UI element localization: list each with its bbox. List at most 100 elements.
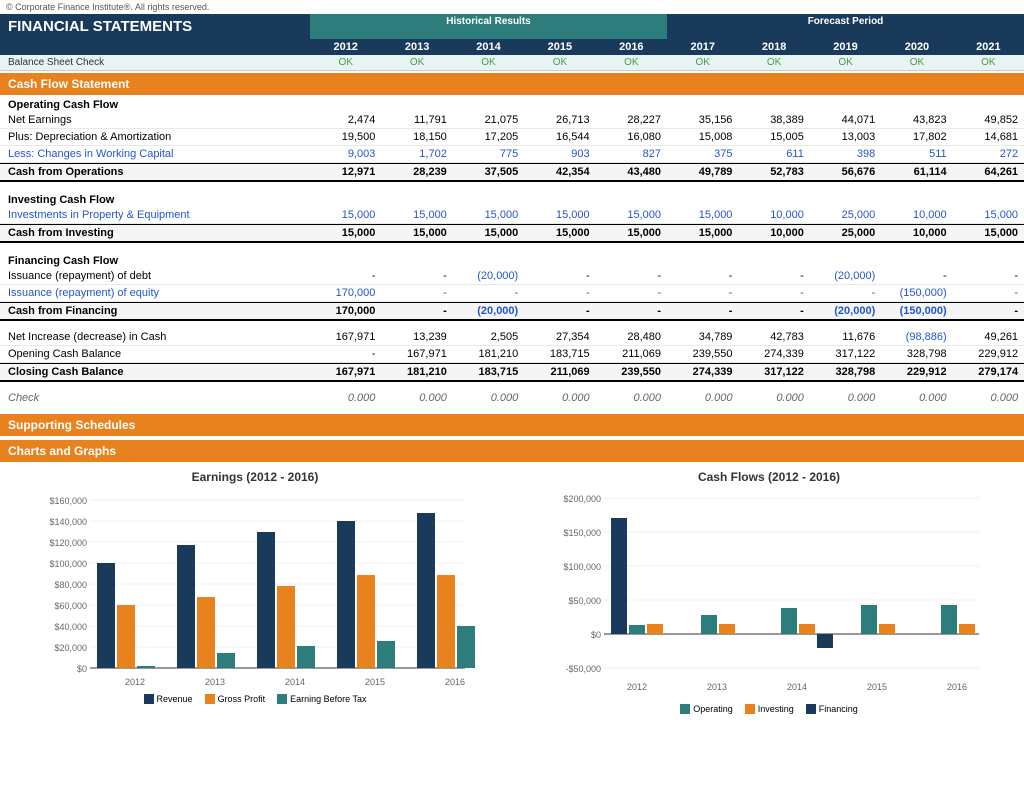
forecast-label: Forecast Period <box>667 14 1024 29</box>
data-cell: 827 <box>596 146 667 162</box>
app-title: FINANCIAL STATEMENTS <box>0 14 310 39</box>
data-cell: 13,239 <box>381 329 452 345</box>
check-2012: OK <box>310 55 381 70</box>
legend-gp-label: Gross Profit <box>218 694 266 704</box>
data-cell: 17,802 <box>881 129 952 145</box>
year-2017: 2017 <box>667 39 738 55</box>
data-cell: 211,069 <box>524 364 595 380</box>
data-cell: 35,156 <box>667 112 738 128</box>
data-cell: 16,544 <box>524 129 595 145</box>
data-cell: 56,676 <box>810 164 881 180</box>
bottom-rows: Net Increase (decrease) in Cash167,97113… <box>0 329 1024 382</box>
table-row: Less: Changes in Working Capital9,0031,7… <box>0 146 1024 163</box>
data-cell: 10,000 <box>738 225 809 241</box>
legend-operating-color <box>680 704 690 714</box>
data-cell: - <box>524 303 595 319</box>
row-label: Net Increase (decrease) in Cash <box>0 329 310 345</box>
forecast-header: Forecast Period <box>667 14 1024 39</box>
data-cell: 317,122 <box>738 364 809 380</box>
check-2018: OK <box>738 55 809 70</box>
data-cell: 43,823 <box>881 112 952 128</box>
legend-ebt-label: Earning Before Tax <box>290 694 366 704</box>
svg-text:$120,000: $120,000 <box>49 538 87 548</box>
table-row: Net Earnings2,47411,79121,07526,71328,22… <box>0 112 1024 129</box>
svg-text:2013: 2013 <box>707 682 727 692</box>
table-row: Opening Cash Balance-167,971181,210183,7… <box>0 346 1024 363</box>
svg-text:2012: 2012 <box>627 682 647 692</box>
data-cell: 15,008 <box>667 129 738 145</box>
data-cell: - <box>596 285 667 301</box>
svg-text:$20,000: $20,000 <box>54 643 87 653</box>
data-cell: 375 <box>667 146 738 162</box>
table-row: Issuance (repayment) of equity170,000---… <box>0 285 1024 302</box>
svg-text:$100,000: $100,000 <box>563 562 601 572</box>
data-cell: - <box>667 285 738 301</box>
operating-subsection: Operating Cash Flow <box>0 95 1024 112</box>
data-cell: (20,000) <box>453 303 524 319</box>
data-cell: 28,239 <box>381 164 452 180</box>
check-2014: OK <box>453 55 524 70</box>
legend-financing-label: Financing <box>819 704 858 714</box>
svg-text:-$50,000: -$50,000 <box>565 664 601 674</box>
data-cell: - <box>596 303 667 319</box>
row-label: Issuance (repayment) of equity <box>0 285 310 301</box>
data-cell: - <box>381 303 452 319</box>
copyright-text: © Corporate Finance Institute®. All righ… <box>0 0 1024 14</box>
legend-financing-color <box>806 704 816 714</box>
year-2020: 2020 <box>881 39 952 55</box>
data-cell: 17,205 <box>453 129 524 145</box>
svg-text:$50,000: $50,000 <box>568 596 601 606</box>
table-row: Closing Cash Balance167,971181,210183,71… <box>0 363 1024 382</box>
data-cell: 19,500 <box>310 129 381 145</box>
check-value-cell: 0.000 <box>381 390 452 406</box>
check-2013: OK <box>381 55 452 70</box>
data-cell: - <box>310 268 381 284</box>
data-cell: 15,000 <box>953 207 1024 223</box>
data-cell: 15,000 <box>596 225 667 241</box>
data-cell: (20,000) <box>810 268 881 284</box>
historical-label: Historical Results <box>310 14 667 29</box>
legend-investing-color <box>745 704 755 714</box>
data-cell: - <box>667 303 738 319</box>
data-cell: 239,550 <box>667 346 738 362</box>
year-spacer <box>0 39 310 55</box>
data-cell: - <box>524 285 595 301</box>
data-cell: 15,000 <box>453 207 524 223</box>
data-cell: 2,474 <box>310 112 381 128</box>
table-row: Cash from Financing170,000-(20,000)----(… <box>0 302 1024 321</box>
data-cell: - <box>381 285 452 301</box>
table-row: Issuance (repayment) of debt--(20,000)--… <box>0 268 1024 285</box>
data-cell: - <box>310 346 381 362</box>
data-cell: 2,505 <box>453 329 524 345</box>
svg-text:$160,000: $160,000 <box>49 496 87 506</box>
svg-text:2015: 2015 <box>867 682 887 692</box>
check-2016: OK <box>596 55 667 70</box>
investing-rows: Investments in Property & Equipment15,00… <box>0 207 1024 243</box>
spacer2 <box>0 243 1024 251</box>
data-cell: 211,069 <box>596 346 667 362</box>
table-row: Cash from Operations12,97128,23937,50542… <box>0 163 1024 182</box>
data-cell: 775 <box>453 146 524 162</box>
data-cell: 43,480 <box>596 164 667 180</box>
data-cell: 398 <box>810 146 881 162</box>
check-value-cell: 0.000 <box>524 390 595 406</box>
data-cell: 10,000 <box>738 207 809 223</box>
data-cell: 13,003 <box>810 129 881 145</box>
svg-text:2016: 2016 <box>445 677 465 687</box>
svg-text:2015: 2015 <box>365 677 385 687</box>
year-2014: 2014 <box>453 39 524 55</box>
data-cell: 9,003 <box>310 146 381 162</box>
data-cell: - <box>524 268 595 284</box>
data-cell: 42,354 <box>524 164 595 180</box>
row-label: Closing Cash Balance <box>0 364 310 380</box>
data-cell: - <box>667 268 738 284</box>
year-2018: 2018 <box>738 39 809 55</box>
check-value-cell: 0.000 <box>453 390 524 406</box>
data-cell: 328,798 <box>810 364 881 380</box>
svg-text:2013: 2013 <box>205 677 225 687</box>
data-cell: 239,550 <box>596 364 667 380</box>
svg-text:$0: $0 <box>77 664 87 674</box>
data-cell: (98,886) <box>881 329 952 345</box>
data-cell: 15,000 <box>310 225 381 241</box>
data-cell: 42,783 <box>738 329 809 345</box>
